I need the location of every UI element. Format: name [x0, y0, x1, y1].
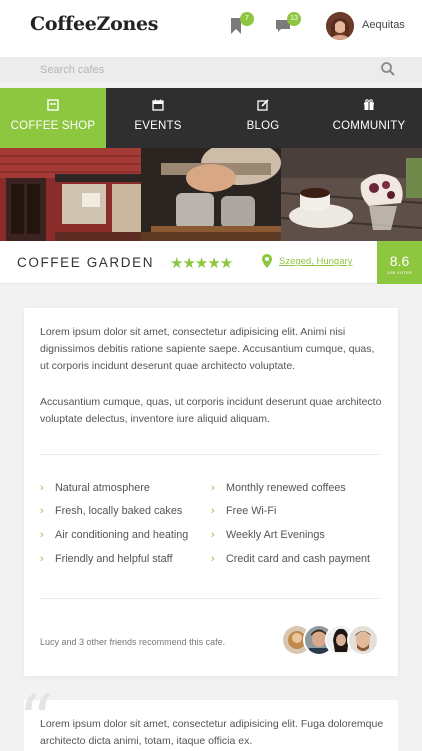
friend-avatars [281, 624, 381, 656]
feature-item: › Fresh, locally baked cakes [40, 505, 183, 517]
nav-coffee-shop[interactable]: COFFEE SHOP [0, 88, 106, 148]
username[interactable]: Aequitas [362, 19, 405, 31]
gallery-photo-storefront[interactable] [0, 148, 141, 241]
review-text: Lorem ipsum dolor sit amet, consectetur … [40, 718, 384, 747]
location-pin-icon [262, 254, 272, 268]
divider [40, 454, 381, 455]
bookmarks-button[interactable]: 7 [229, 12, 254, 38]
edit-icon [257, 99, 269, 111]
nav-label: COMMUNITY [332, 120, 406, 132]
chevron-right-icon: › [211, 529, 215, 541]
gallery-photo-dessert[interactable] [281, 148, 422, 241]
feature-item: › Credit card and cash payment [211, 553, 371, 565]
review-card: “ Lorem ipsum dolor sit amet, consectetu… [18, 686, 398, 751]
nav-blog[interactable]: BLOG [210, 88, 316, 148]
divider [40, 598, 381, 599]
feature-item: › Air conditioning and heating [40, 529, 189, 541]
top-bar: CoffeeZones 7 13 Aequitas [0, 0, 422, 57]
shop-name: COFFEE GARDEN [17, 255, 155, 270]
avatar-photo [326, 12, 354, 40]
chevron-right-icon: › [40, 553, 44, 565]
chevron-right-icon: › [211, 553, 215, 565]
search-icon[interactable] [380, 61, 396, 77]
friend-avatar[interactable] [347, 624, 379, 656]
nav-community[interactable]: COMMUNITY [316, 88, 422, 148]
shop-title-bar: COFFEE GARDEN ★★★★★ Szeged, Hungary 8.6 … [0, 241, 422, 284]
feature-item: › Weekly Art Evenings [211, 529, 325, 541]
feature-item: › Friendly and helpful staff [40, 553, 173, 565]
user-avatar[interactable] [326, 12, 354, 40]
nav-events[interactable]: EVENTS [106, 88, 210, 148]
nav-label: COFFEE SHOP [10, 120, 96, 132]
shop-icon [47, 99, 59, 111]
photo-gallery [0, 148, 422, 241]
calendar-icon [152, 99, 164, 111]
chevron-right-icon: › [211, 505, 215, 517]
barista-image [140, 148, 282, 241]
feature-item: › Natural atmosphere [40, 482, 150, 494]
chevron-right-icon: › [40, 529, 44, 541]
gallery-photo-barista[interactable] [140, 148, 282, 241]
description-paragraph-1: Lorem ipsum dolor sit amet, consectetur … [40, 326, 375, 372]
score-value: 8.6 [389, 253, 410, 269]
location-link[interactable]: Szeged, Hungary [279, 256, 352, 267]
messages-button[interactable]: 13 [275, 12, 301, 38]
messages-badge: 13 [287, 12, 301, 26]
feature-item: › Free Wi-Fi [211, 505, 277, 517]
chevron-right-icon: › [40, 482, 44, 494]
gift-icon [364, 99, 374, 110]
chevron-right-icon: › [211, 482, 215, 494]
nav-label: BLOG [246, 120, 280, 132]
main-nav: COFFEE SHOP EVENTS BLOG COMMUNITY [0, 88, 422, 148]
feature-item: › Monthly renewed coffees [211, 482, 346, 494]
rating-stars: ★★★★★ [170, 255, 233, 272]
score-badge: 8.6 JOB VOTER [377, 241, 422, 284]
description-card: Lorem ipsum dolor sit amet, consectetur … [24, 308, 398, 676]
search-bar [0, 57, 422, 82]
app-logo[interactable]: CoffeeZones [30, 13, 158, 35]
storefront-image [0, 148, 141, 241]
chevron-right-icon: › [40, 505, 44, 517]
bookmarks-badge: 7 [240, 12, 254, 26]
coffee-dessert-image [281, 148, 422, 241]
nav-label: EVENTS [134, 120, 182, 132]
description-paragraph-2: Accusantium cumque, quas, ut corporis in… [40, 396, 382, 425]
recommend-text: Lucy and 3 other friends recommend this … [40, 637, 226, 647]
score-caption: JOB VOTER [386, 270, 413, 275]
search-input[interactable] [40, 61, 360, 78]
